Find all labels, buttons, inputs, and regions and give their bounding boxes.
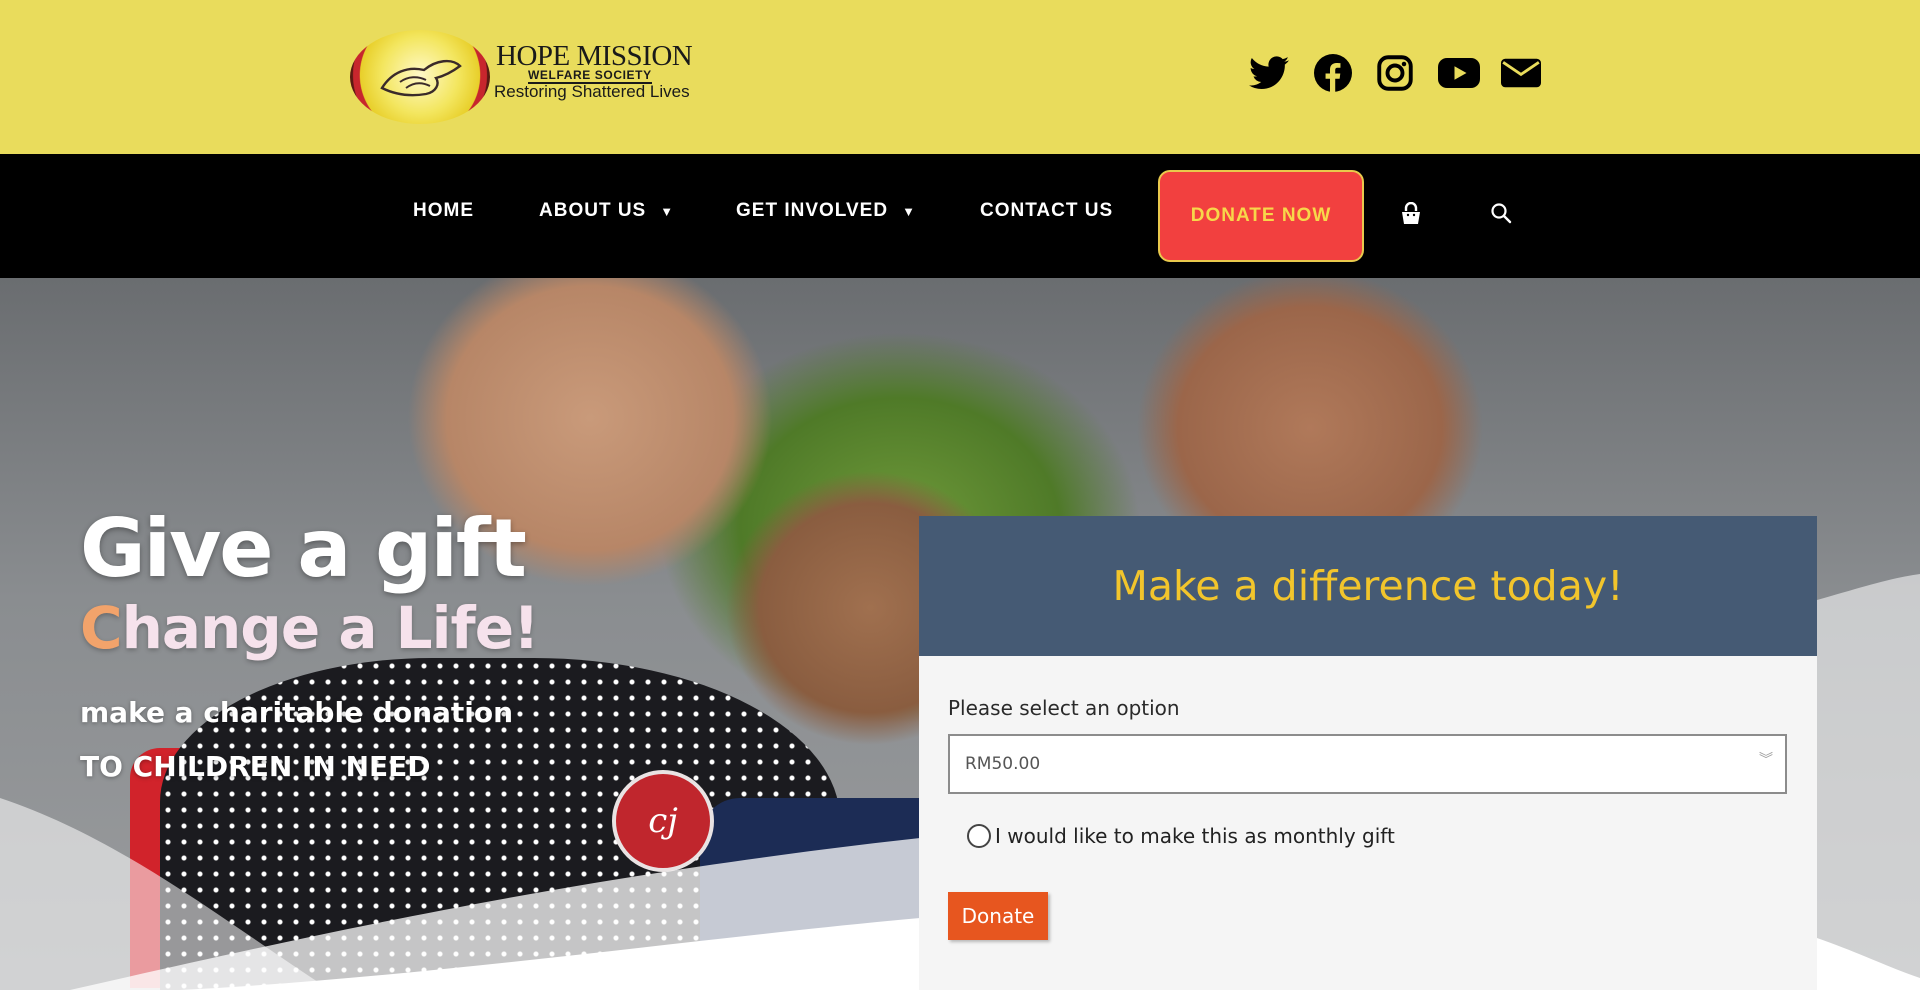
option-select-label: Please select an option (948, 696, 1180, 720)
hero-subheadline-initial: C (80, 594, 123, 662)
email-link[interactable] (1500, 52, 1542, 94)
main-navigation: HOME ABOUT US ▼ GET INVOLVED ▼ CONTACT U… (0, 154, 1920, 278)
donation-form-title: Make a difference today! (1112, 562, 1624, 610)
hero-headline: Give a gift (80, 502, 527, 595)
nav-item-label: GET INVOLVED (736, 200, 889, 221)
hero-subheadline-rest: hange a Life! (121, 594, 540, 662)
donate-submit-button[interactable]: Donate (948, 892, 1048, 940)
twitter-link[interactable] (1248, 52, 1290, 94)
facebook-link[interactable] (1312, 52, 1354, 94)
nav-item-about-us[interactable]: ABOUT US ▼ (539, 200, 674, 222)
logo-tagline: Restoring Shattered Lives (494, 82, 690, 101)
cart-icon (1402, 201, 1420, 224)
hero-tagline-2: TO CHILDREN IN NEED (80, 750, 431, 783)
nav-item-label: CONTACT US (980, 200, 1114, 221)
nav-item-get-involved[interactable]: GET INVOLVED ▼ (736, 200, 916, 222)
chevron-down-icon: ▼ (660, 203, 675, 219)
facebook-icon (1314, 54, 1352, 92)
cart-button[interactable] (1400, 201, 1422, 231)
nav-item-home[interactable]: HOME (413, 200, 474, 222)
amount-select[interactable]: RM50.00 ︾ (948, 734, 1787, 794)
email-icon (1501, 58, 1541, 88)
search-icon (1491, 203, 1512, 224)
donation-form: Make a difference today! Please select a… (919, 516, 1817, 990)
chevron-down-icon: ▼ (902, 203, 916, 219)
site-logo[interactable]: HOPE MISSION WELFARE SOCIETY Restoring S… (350, 26, 710, 130)
double-chevron-down-icon: ︾ (1759, 751, 1773, 767)
youtube-link[interactable] (1438, 52, 1480, 94)
twitter-icon (1249, 56, 1289, 89)
site-header: HOPE MISSION WELFARE SOCIETY Restoring S… (0, 0, 1920, 154)
monthly-gift-radio[interactable] (967, 824, 991, 848)
instagram-link[interactable] (1374, 52, 1416, 94)
search-button[interactable] (1490, 202, 1512, 229)
nav-item-contact-us[interactable]: CONTACT US (980, 200, 1113, 222)
donate-now-button[interactable]: DONATE NOW (1158, 170, 1364, 262)
hero-subheadline: Change a Life! (80, 594, 540, 662)
logo-emblem-icon (350, 30, 490, 124)
monthly-gift-label: I would like to make this as monthly gif… (995, 824, 1395, 848)
instagram-icon (1377, 55, 1413, 91)
youtube-icon (1438, 58, 1480, 88)
hero-tagline-1: make a charitable donation (80, 696, 514, 729)
nav-item-label: HOME (413, 200, 474, 221)
amount-select-value: RM50.00 (965, 754, 1041, 774)
nav-item-label: ABOUT US (539, 200, 647, 221)
monthly-gift-option[interactable]: I would like to make this as monthly gif… (967, 824, 1395, 848)
donation-form-header: Make a difference today! (919, 516, 1817, 656)
